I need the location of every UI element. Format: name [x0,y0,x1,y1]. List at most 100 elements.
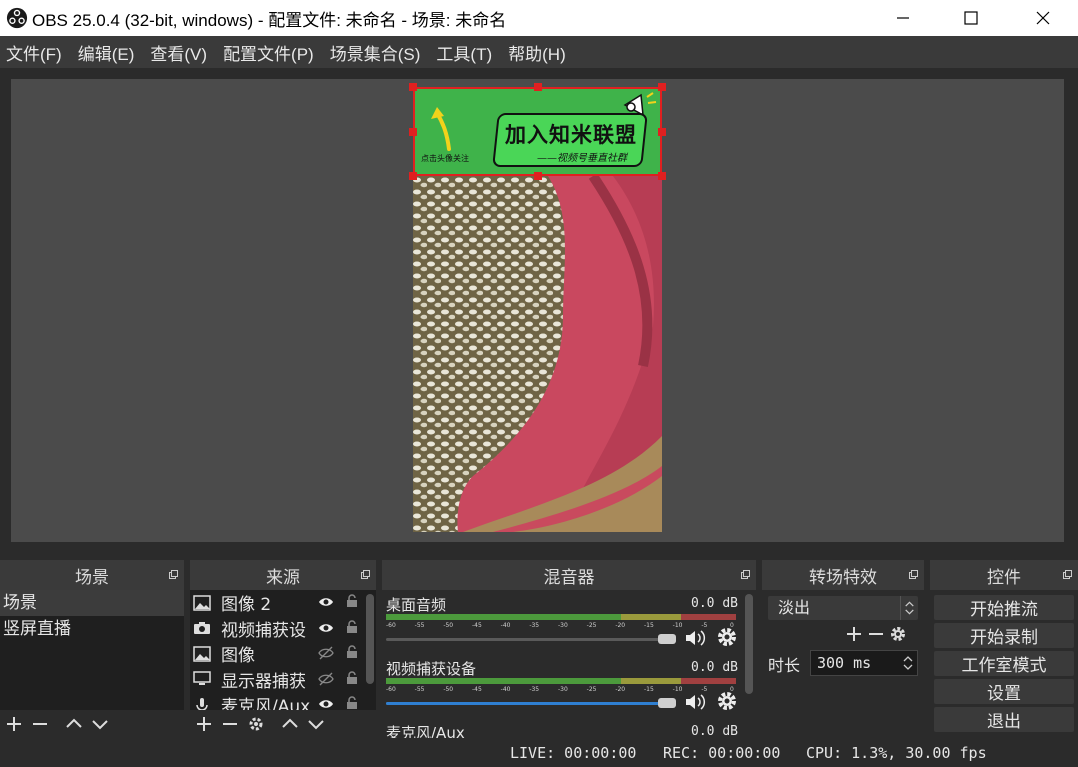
eye-hidden-icon[interactable] [318,646,334,660]
meter-tick-label: -15 [644,686,654,693]
speaker-icon[interactable] [684,628,706,648]
lock-icon[interactable] [346,696,358,710]
undock-icon[interactable] [169,570,178,579]
menu-tools[interactable]: 工具(T) [436,40,492,65]
duration-label: 时长 [768,656,801,675]
source-row[interactable]: 显示器捕获 [190,667,376,693]
lock-icon[interactable] [346,645,358,659]
resize-handle-nw[interactable] [409,83,417,91]
eye-icon[interactable] [318,595,334,609]
menu-view[interactable]: 查看(V) [150,40,207,65]
gear-icon[interactable] [716,690,738,712]
meter-tick-label: -20 [615,686,626,693]
meter-tick-label: -45 [472,686,482,693]
source-properties-button[interactable] [246,714,266,734]
video-output[interactable]: 加入知米联盟 ——视频号垂直社群 点击头像关注 [413,87,662,532]
resize-handle-w[interactable] [409,128,417,136]
menu-edit[interactable]: 编辑(E) [78,40,135,65]
transition-select[interactable]: 淡出 [768,596,918,620]
track-db: 0.0 dB [691,660,738,675]
volume-slider[interactable] [386,634,676,644]
transitions-title: 转场特效 [809,567,877,588]
eye-icon[interactable] [318,697,334,711]
menu-profile[interactable]: 配置文件(P) [223,40,314,65]
scene-item[interactable]: 场景 [0,590,184,616]
menu-scene-collection[interactable]: 场景集合(S) [330,40,421,65]
move-source-up-button[interactable] [280,714,300,734]
duration-spinbox[interactable]: 300 ms [810,650,918,676]
studio-mode-button[interactable]: 工作室模式 [934,651,1074,676]
undock-icon[interactable] [361,570,370,579]
settings-button[interactable]: 设置 [934,679,1074,704]
sources-toolbar [190,710,376,738]
resize-handle-sw[interactable] [409,172,417,180]
resize-handle-e[interactable] [658,128,666,136]
image-source-banner[interactable]: 加入知米联盟 ——视频号垂直社群 点击头像关注 [413,87,662,176]
resize-handle-n[interactable] [534,83,542,91]
resize-handle-se[interactable] [658,172,666,180]
mixer-scrollbar[interactable] [745,594,753,694]
banner-hint: 点击头像关注 [421,154,469,163]
maximize-button[interactable] [948,0,994,36]
undock-icon[interactable] [741,570,750,579]
sources-scrollbar[interactable] [366,594,374,684]
eye-icon[interactable] [318,621,334,635]
preview-area: 加入知米联盟 ——视频号垂直社群 点击头像关注 [0,68,1078,554]
window-title: OBS 25.0.4 (32-bit, windows) - 配置文件: 未命名… [32,10,507,30]
start-streaming-button[interactable]: 开始推流 [934,595,1074,620]
move-source-down-button[interactable] [306,714,326,734]
resize-handle-s[interactable] [534,172,542,180]
lock-icon[interactable] [346,594,358,608]
mixer-dock: 混音器 桌面音频 0.0 dB -60 -55 -50 -45 -40 -35 -30 -25… [382,560,756,738]
remove-scene-button[interactable] [30,714,50,734]
lock-icon[interactable] [346,619,358,634]
add-source-button[interactable] [194,714,214,734]
gear-icon [249,717,263,731]
sources-header: 来源 [190,560,376,590]
preview-canvas[interactable]: 加入知米联盟 ——视频号垂直社群 点击头像关注 [11,79,1064,542]
volume-meter [386,614,736,620]
obs-logo-icon [6,7,28,29]
gear-icon[interactable] [716,626,738,648]
move-scene-up-button[interactable] [64,714,84,734]
menu-help[interactable]: 帮助(H) [508,40,566,65]
add-scene-button[interactable] [4,714,24,734]
exit-button[interactable]: 退出 [934,707,1074,732]
volume-slider-knob[interactable] [658,698,676,708]
menu-file[interactable]: 文件(F) [6,40,62,65]
minimize-icon [897,17,909,19]
resize-handle-ne[interactable] [658,83,666,91]
start-recording-button[interactable]: 开始录制 [934,623,1074,648]
speaker-icon[interactable] [684,692,706,712]
move-scene-down-button[interactable] [90,714,110,734]
chevron-down-icon [308,720,324,730]
eye-hidden-icon[interactable] [318,672,334,686]
undock-icon[interactable] [909,570,918,579]
updown-icon[interactable] [899,651,917,675]
volume-meter [386,678,736,684]
minimize-button[interactable] [880,0,926,36]
banner-title: 加入知米联盟 [505,123,637,147]
image-icon [193,646,211,662]
add-transition-button[interactable] [844,624,864,644]
lock-icon[interactable] [346,670,358,685]
plus-icon [197,717,211,731]
camera-icon [194,622,210,635]
source-row[interactable]: 视频捕获设 [190,616,376,642]
meter-tick-label: -55 [414,622,425,629]
remove-source-button[interactable] [220,714,240,734]
close-button[interactable] [1020,0,1066,36]
remove-transition-button[interactable] [866,624,886,644]
maximize-icon [964,11,978,25]
source-row[interactable]: 图像 [190,641,376,667]
meter-tick-label: -30 [558,622,568,629]
track-db: 0.0 dB [691,724,738,738]
volume-slider-knob[interactable] [658,634,676,644]
meter-tick-label: -10 [672,622,683,629]
scene-item[interactable]: 竖屏直播 [0,616,184,642]
transition-properties-button[interactable] [888,624,908,644]
undock-icon[interactable] [1063,570,1072,579]
source-name: 视频捕获设 [221,620,306,641]
source-row[interactable]: 图像 2 [190,590,376,616]
volume-slider[interactable] [386,698,676,708]
